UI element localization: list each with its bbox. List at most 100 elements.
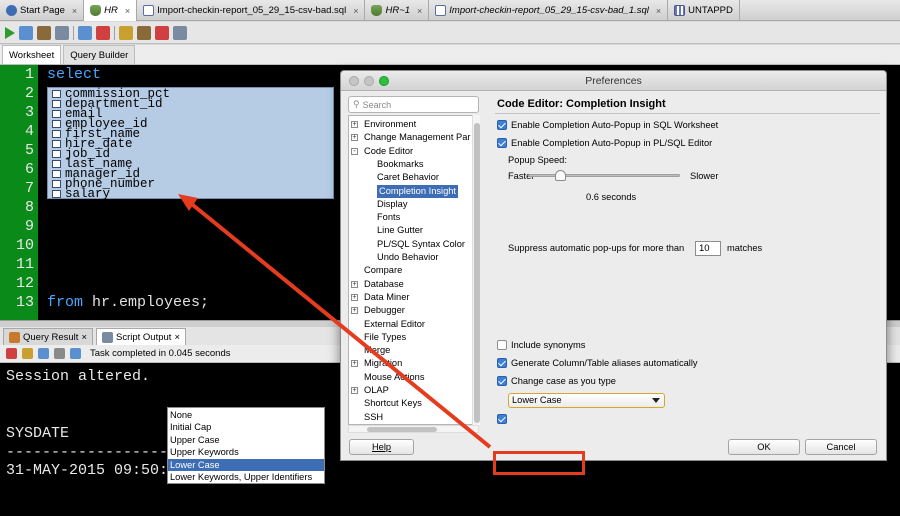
tree-item-label: Line Gutter [377, 225, 423, 236]
run-statement-icon[interactable] [5, 26, 15, 39]
tree-item-label: Code Editor [364, 145, 414, 156]
column-icon [52, 180, 61, 188]
output-line: Session altered. [6, 368, 151, 385]
tab-hr-1[interactable]: HR~1 × [365, 0, 430, 21]
run-script-icon[interactable] [19, 25, 33, 40]
eraser-icon[interactable] [155, 25, 169, 40]
close-icon[interactable]: × [125, 6, 130, 16]
zoom-window-button[interactable] [379, 76, 389, 86]
keyword-from: from [47, 294, 84, 311]
slider-thumb[interactable] [555, 170, 567, 181]
close-icon[interactable]: × [81, 332, 87, 343]
close-icon[interactable]: × [72, 6, 77, 16]
expand-icon[interactable]: + [351, 360, 358, 368]
close-icon[interactable]: × [353, 6, 358, 16]
tree-vertical-scrollbar[interactable] [472, 115, 480, 425]
tab-worksheet[interactable]: Worksheet [2, 45, 62, 64]
eraser-icon[interactable] [22, 348, 33, 359]
tab-import-bad-1-sql[interactable]: Import-checkin-report_05_29_15-csv-bad_1… [429, 0, 669, 21]
checkbox-checked[interactable] [497, 358, 507, 368]
checkbox-label: Change case as you type [511, 376, 616, 386]
tab-label: Query Result [23, 331, 79, 343]
collapse-icon[interactable]: - [351, 147, 358, 155]
minimize-window-button[interactable] [364, 76, 374, 86]
case-option[interactable]: Lower Case [168, 458, 324, 471]
ok-button[interactable]: OK [728, 439, 800, 455]
close-window-button[interactable] [349, 76, 359, 86]
checkbox-checked[interactable] [497, 138, 507, 148]
checkbox-checked[interactable] [497, 376, 507, 386]
close-icon[interactable]: × [174, 332, 180, 343]
close-icon[interactable]: × [417, 6, 422, 16]
line-number: 9 [24, 218, 34, 235]
save-icon[interactable] [38, 348, 49, 359]
tab-query-builder[interactable]: Query Builder [63, 45, 136, 64]
completion-item[interactable]: salary [52, 188, 110, 200]
annotation-highlight-box [493, 451, 585, 475]
line-gutter: 1 2 3 4 5 6 7 8 9 10 11 12 13 [0, 65, 38, 320]
autotrace-icon[interactable] [37, 25, 51, 40]
expand-icon[interactable]: + [351, 121, 358, 128]
case-option[interactable]: Upper Case [168, 434, 324, 446]
checkbox-checked[interactable] [497, 120, 507, 130]
search-icon: ⚲ [353, 99, 360, 109]
auto-popup-sql-checkbox[interactable]: Enable Completion Auto-Popup in SQL Work… [497, 120, 718, 130]
commit-icon[interactable] [78, 25, 92, 40]
tab-script-output[interactable]: Script Output × [96, 328, 187, 345]
expand-icon[interactable]: + [351, 134, 358, 142]
rollback-icon[interactable] [96, 25, 110, 40]
hidden-checkbox[interactable] [497, 414, 507, 424]
case-option[interactable]: None [168, 409, 324, 421]
tree-item-label: Shortcut Keys [364, 398, 422, 409]
tab-label: HR [104, 5, 118, 16]
tree-item-label: Database [364, 278, 404, 289]
expand-icon[interactable]: + [351, 293, 358, 301]
column-icon [52, 90, 61, 98]
dialog-titlebar[interactable]: Preferences [341, 71, 886, 91]
include-synonyms-checkbox[interactable]: Include synonyms [497, 340, 585, 350]
popup-speed-slider[interactable] [528, 170, 680, 181]
expand-icon[interactable]: + [351, 307, 358, 315]
checkbox-unchecked[interactable] [497, 340, 507, 350]
line-number: 12 [15, 275, 34, 292]
case-option[interactable]: Lower Keywords, Upper Identifiers [168, 471, 324, 483]
tab-hr[interactable]: HR × [84, 0, 138, 21]
scrollbar-thumb[interactable] [474, 123, 480, 423]
history-icon[interactable] [173, 25, 187, 40]
preferences-search-input[interactable]: ⚲ Search [348, 96, 479, 113]
tab-start-page[interactable]: Start Page × [0, 0, 85, 21]
case-option[interactable]: Upper Keywords [168, 446, 324, 458]
tree-item-label: Compare [364, 265, 403, 276]
tab-import-bad-sql[interactable]: Import-checkin-report_05_29_15-csv-bad.s… [137, 0, 366, 21]
close-icon[interactable]: × [656, 6, 661, 16]
format-icon[interactable] [137, 25, 151, 40]
auto-popup-plsql-checkbox[interactable]: Enable Completion Auto-Popup in PL/SQL E… [497, 138, 712, 148]
line-number: 6 [24, 161, 34, 178]
pin-icon[interactable] [6, 348, 17, 359]
tree-item-label: External Editor [364, 318, 425, 329]
output-line: -------------------- [6, 444, 187, 461]
change-case-checkbox[interactable]: Change case as you type [497, 376, 616, 386]
tree-horizontal-scrollbar[interactable] [348, 425, 479, 433]
case-option[interactable]: Initial Cap [168, 421, 324, 433]
generate-aliases-checkbox[interactable]: Generate Column/Table aliases automatica… [497, 358, 698, 368]
sql-tuning-icon[interactable] [119, 25, 133, 40]
help-button[interactable]: Help [349, 439, 414, 455]
tab-query-result[interactable]: Query Result × [3, 328, 93, 345]
tab-untappd[interactable]: UNTAPPD [668, 0, 740, 21]
checkbox-checked[interactable] [497, 414, 507, 424]
scrollbar-thumb[interactable] [367, 427, 437, 432]
explain-plan-icon[interactable] [55, 25, 69, 40]
cancel-button[interactable]: Cancel [805, 439, 877, 455]
case-dropdown[interactable]: Lower Case [508, 393, 665, 408]
expand-icon[interactable]: + [351, 387, 358, 394]
suppress-count-input[interactable]: 10 [695, 241, 721, 256]
preferences-dialog: Preferences ⚲ Search + Environment + Change… [340, 70, 887, 461]
column-icon [52, 100, 61, 108]
completion-popup[interactable]: commission_pct department_id email employee… [47, 87, 334, 200]
print-icon[interactable] [54, 348, 65, 359]
export-icon[interactable] [70, 348, 81, 359]
home-icon [6, 5, 17, 16]
expand-icon[interactable]: + [351, 280, 358, 288]
tree-item-label: Caret Behavior [377, 172, 440, 183]
